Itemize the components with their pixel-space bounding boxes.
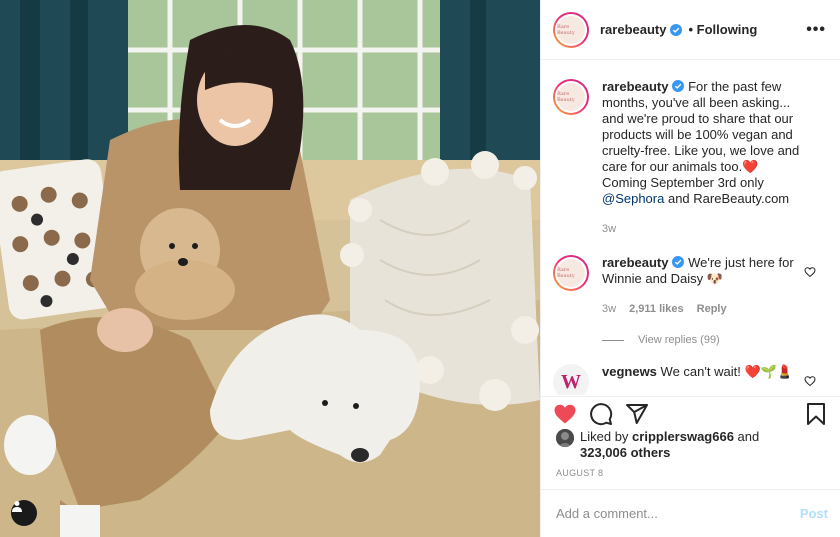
comment-username[interactable]: rarebeauty (602, 255, 668, 270)
post-header: Rare Beauty rarebeauty • Following ••• (541, 0, 840, 60)
view-replies-label: View replies (99) (638, 334, 720, 346)
comment-item: W vegnews We can't wait! ❤️🌱💄 (553, 364, 807, 395)
heart-icon[interactable] (553, 402, 577, 426)
liked-by-text: Liked by cripplerswag666 and 323,006 oth… (580, 429, 759, 461)
caption-text-line2: Coming September 3rd only (602, 175, 764, 190)
verified-badge-icon (672, 256, 685, 268)
liker-username[interactable]: cripplerswag666 (632, 429, 734, 444)
avatar-logo-text: Rare Beauty (557, 91, 575, 103)
comment-text: We can't wait! (656, 364, 741, 379)
comment-meta: 3w 2,911 likes Reply (602, 301, 807, 317)
liked-by: Liked by cripplerswag666 and 323,006 oth… (556, 429, 826, 461)
mention-link[interactable]: @Sephora (602, 191, 664, 206)
liked-middle: and (733, 429, 760, 444)
photo-illustration (0, 0, 540, 537)
comment-time: 3w (602, 303, 617, 315)
view-replies-button[interactable]: View replies (99) (602, 334, 720, 346)
add-comment-bar: Post (541, 489, 840, 537)
caption-text-line3: and RareBeauty.com (664, 191, 790, 206)
comment-like-icon[interactable] (804, 375, 816, 387)
liker-avatar[interactable] (556, 429, 574, 447)
author-username[interactable]: rarebeauty (600, 22, 666, 37)
post-side-panel: Rare Beauty rarebeauty • Following ••• R… (540, 0, 840, 537)
comment-emoji: ❤️🌱💄 (744, 364, 793, 379)
more-icon[interactable]: ••• (806, 21, 826, 39)
add-comment-input[interactable] (556, 506, 800, 521)
comment-username[interactable]: rarebeauty (602, 79, 668, 94)
comment-item: Rare Beauty rarebeauty We're just here f… (553, 255, 807, 317)
comment-icon[interactable] (589, 402, 613, 426)
comment-body: rarebeauty We're just here for Winnie an… (602, 255, 807, 317)
reply-button[interactable]: Reply (697, 303, 727, 315)
post-date[interactable]: AUGUST 8 (556, 468, 603, 478)
author-avatar[interactable]: Rare Beauty (553, 255, 589, 291)
caption-comment: Rare Beauty rarebeauty For the past few … (553, 79, 807, 237)
comment-likes[interactable]: 2,911 likes (629, 303, 683, 315)
comment-body: vegnews We can't wait! ❤️🌱💄 (602, 364, 807, 395)
heart-emoji: ❤️ (742, 159, 759, 174)
avatar-logo-text: Rare Beauty (557, 23, 575, 36)
share-icon[interactable] (625, 402, 649, 426)
comment-like-icon[interactable] (804, 266, 816, 278)
post-photo[interactable] (0, 0, 540, 537)
author-avatar[interactable]: Rare Beauty (553, 79, 589, 115)
user-tag-icon[interactable] (11, 500, 37, 526)
bookmark-icon[interactable] (804, 402, 828, 426)
avatar-logo-text: Rare Beauty (557, 267, 575, 279)
liked-prefix: Liked by (580, 429, 633, 444)
vegnews-avatar[interactable]: W (553, 364, 589, 395)
verified-badge-icon (670, 23, 683, 36)
following-status[interactable]: • Following (688, 22, 757, 37)
replies-divider (602, 339, 624, 341)
action-bar (541, 396, 840, 430)
author-avatar[interactable]: Rare Beauty (553, 11, 589, 48)
verified-badge-icon (672, 80, 685, 92)
post-button[interactable]: Post (800, 506, 828, 521)
comment-time: 3w (602, 223, 617, 235)
caption-body: rarebeauty For the past few months, you'… (602, 79, 807, 237)
comments-list[interactable]: Rare Beauty rarebeauty For the past few … (541, 61, 840, 395)
likes-count[interactable]: 323,006 others (580, 445, 670, 460)
dog-emoji: 🐶 (706, 271, 723, 286)
comment-username[interactable]: vegnews (602, 364, 657, 379)
